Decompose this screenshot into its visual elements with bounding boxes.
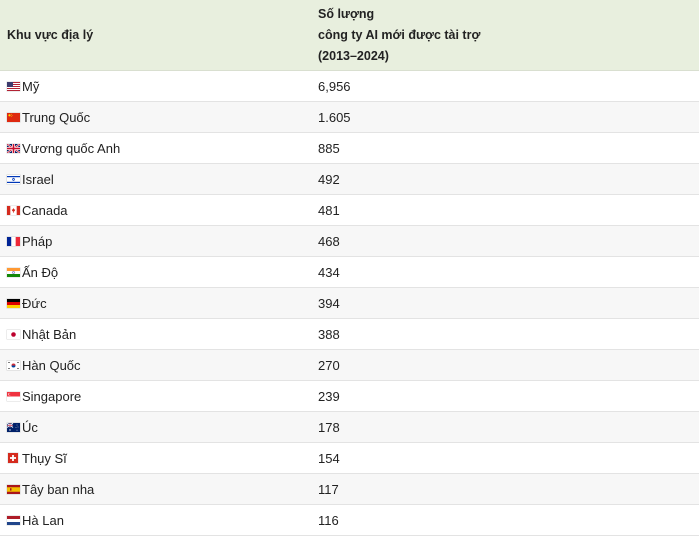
header-count-line2: công ty AI mới được tài trợ (318, 27, 481, 42)
count-cell: 178 (318, 419, 340, 435)
region-name: Thụy Sĩ (22, 450, 67, 466)
table-row: Tây ban nha 117 (0, 474, 699, 505)
count-cell: 154 (318, 450, 340, 466)
count-cell: 270 (318, 357, 340, 373)
table-row: Đức 394 (0, 288, 699, 319)
region-cell: Mỹ (0, 79, 311, 94)
region-name: Tây ban nha (22, 481, 95, 497)
table-row: Pháp 468 (0, 226, 699, 257)
region-cell: Tây ban nha (0, 482, 311, 497)
count-cell: 239 (318, 388, 340, 404)
count-cell: 117 (318, 481, 339, 497)
region-cell: Singapore (0, 389, 311, 404)
region-name: Đức (22, 295, 47, 311)
region-name: Úc (22, 419, 38, 435)
region-name: Hà Lan (22, 512, 64, 528)
count-cell: 492 (318, 171, 340, 187)
count-cell: 388 (318, 326, 340, 342)
france-flag-icon (7, 236, 20, 246)
region-name: Trung Quốc (22, 109, 91, 125)
germany-flag-icon (7, 298, 20, 308)
ai-companies-table: Khu vực địa lý Số lượng công ty AI mới đ… (0, 0, 699, 536)
count-cell: 481 (318, 202, 340, 218)
australia-flag-icon (7, 422, 20, 432)
spain-flag-icon (7, 484, 20, 494)
region-cell: Đức (0, 296, 311, 311)
region-name: Canada (22, 202, 68, 218)
israel-flag-icon (7, 174, 20, 184)
south-korea-flag-icon (7, 360, 20, 370)
japan-flag-icon (7, 329, 20, 339)
table-row: Israel 492 (0, 164, 699, 195)
singapore-flag-icon (7, 391, 20, 401)
header-region: Khu vực địa lý (7, 28, 94, 42)
canada-flag-icon (7, 205, 20, 215)
count-cell: 116 (318, 512, 339, 528)
region-cell: Úc (0, 420, 311, 435)
region-name: Hàn Quốc (22, 357, 81, 373)
switzerland-flag-icon (8, 453, 18, 463)
china-flag-icon (7, 112, 20, 122)
table-row: Vương quốc Anh 885 (0, 133, 699, 164)
count-cell: 1.605 (318, 109, 351, 125)
region-cell: Nhật Bản (0, 327, 311, 342)
table-row: Singapore 239 (0, 381, 699, 412)
table-row: Canada 481 (0, 195, 699, 226)
region-name: Israel (22, 171, 54, 187)
header-count-line3: (2013–2024) (318, 48, 389, 63)
region-name: Singapore (22, 388, 82, 404)
table-row: Mỹ 6,956 (0, 71, 699, 102)
table-row: Hàn Quốc 270 (0, 350, 699, 381)
table-row: Thụy Sĩ 154 (0, 443, 699, 474)
region-name: Vương quốc Anh (22, 140, 121, 156)
region-cell: Ấn Độ (0, 265, 311, 280)
table-body: Mỹ 6,956 Trung Quốc 1.605 Vương quốc Anh… (0, 71, 699, 536)
uk-flag-icon (7, 143, 20, 153)
count-cell: 394 (318, 295, 340, 311)
table-row: Nhật Bản 388 (0, 319, 699, 350)
region-name: Pháp (22, 233, 53, 249)
header-count-line1: Số lượng (318, 6, 375, 21)
count-cell: 468 (318, 233, 340, 249)
region-cell: Pháp (0, 234, 311, 249)
netherlands-flag-icon (7, 515, 20, 525)
region-cell: Hàn Quốc (0, 358, 311, 373)
region-cell: Hà Lan (0, 513, 311, 528)
india-flag-icon (7, 267, 20, 277)
region-name: Nhật Bản (22, 326, 77, 342)
table-row: Ấn Độ 434 (0, 257, 699, 288)
us-flag-icon (7, 81, 20, 91)
header-count: Số lượng công ty AI mới được tài trợ (20… (311, 0, 699, 70)
region-cell: Thụy Sĩ (0, 451, 311, 466)
table-row: Úc 178 (0, 412, 699, 443)
count-cell: 434 (318, 264, 340, 280)
count-cell: 885 (318, 140, 340, 156)
region-name: Mỹ (22, 78, 40, 94)
table-header: Khu vực địa lý Số lượng công ty AI mới đ… (0, 0, 699, 71)
region-name: Ấn Độ (22, 264, 59, 280)
region-cell: Vương quốc Anh (0, 141, 311, 156)
region-cell: Canada (0, 203, 311, 218)
table-row: Trung Quốc 1.605 (0, 102, 699, 133)
table-row: Hà Lan 116 (0, 505, 699, 536)
region-cell: Trung Quốc (0, 110, 311, 125)
count-cell: 6,956 (318, 78, 351, 94)
region-cell: Israel (0, 172, 311, 187)
